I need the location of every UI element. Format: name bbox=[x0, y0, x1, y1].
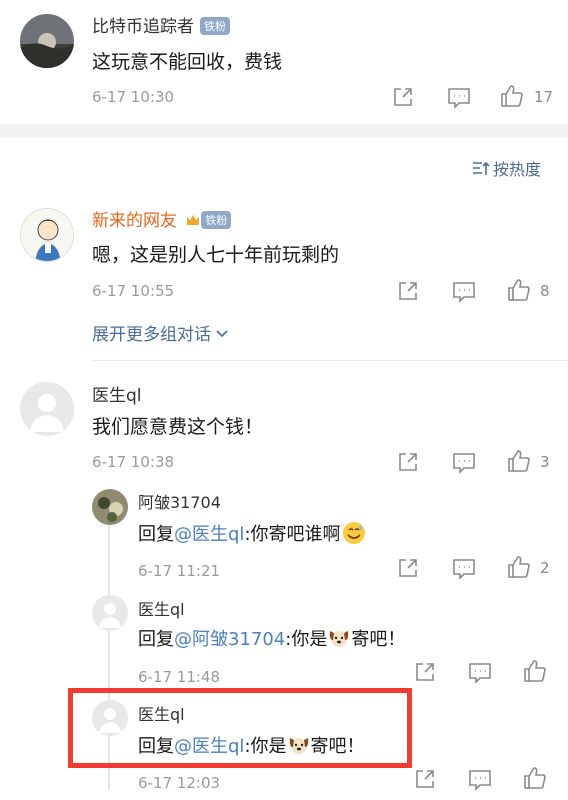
comment-icon[interactable] bbox=[447, 87, 471, 109]
comment-author[interactable]: 新来的网友 铁粉 bbox=[92, 206, 232, 231]
like-count: 2 bbox=[540, 559, 550, 577]
fan-badge: 铁粉 bbox=[201, 211, 232, 229]
share-icon[interactable] bbox=[397, 451, 419, 473]
like-icon[interactable] bbox=[507, 449, 531, 473]
comment-time: 6-17 10:30 bbox=[92, 88, 175, 106]
comment-text: 这玩意不能回收，费钱 bbox=[92, 51, 283, 73]
reply-text: 回复@医生ql:你寄吧谁啊 bbox=[138, 520, 365, 546]
like-icon[interactable] bbox=[507, 278, 531, 302]
comment-author[interactable]: 比特币追踪者 铁粉 bbox=[92, 12, 230, 37]
reply-time: 6-17 11:21 bbox=[138, 562, 221, 580]
reply-author[interactable]: 医生ql bbox=[138, 596, 185, 620]
avatar[interactable] bbox=[92, 595, 128, 631]
like-icon[interactable] bbox=[507, 555, 531, 579]
comment-icon[interactable] bbox=[468, 662, 492, 684]
like-count: 3 bbox=[540, 453, 550, 471]
reply-time: 6-17 12:03 bbox=[138, 774, 221, 792]
avatar[interactable] bbox=[20, 208, 74, 262]
avatar[interactable] bbox=[92, 489, 128, 525]
sort-by-heat-button[interactable]: 按热度 bbox=[472, 156, 541, 181]
share-icon[interactable] bbox=[414, 661, 436, 683]
divider bbox=[92, 360, 568, 361]
like-icon[interactable] bbox=[523, 766, 547, 790]
reply-time: 6-17 11:48 bbox=[138, 668, 221, 686]
like-count: 17 bbox=[534, 88, 554, 106]
highlight-box bbox=[68, 688, 412, 768]
comment-icon[interactable] bbox=[468, 769, 492, 791]
reply-text: 回复@阿皱31704:你是 寄吧！ bbox=[138, 628, 406, 650]
comment-icon[interactable] bbox=[452, 281, 476, 303]
share-icon[interactable] bbox=[397, 557, 419, 579]
share-icon[interactable] bbox=[397, 280, 419, 302]
comment-icon[interactable] bbox=[452, 452, 476, 474]
expand-more-link[interactable]: 展开更多组对话 bbox=[92, 320, 228, 345]
sort-icon bbox=[472, 161, 490, 181]
comment-time: 6-17 10:55 bbox=[92, 282, 175, 300]
avatar[interactable] bbox=[20, 14, 74, 68]
share-icon[interactable] bbox=[414, 768, 436, 790]
comment-time: 6-17 10:38 bbox=[92, 453, 175, 471]
comment-icon[interactable] bbox=[452, 558, 476, 580]
chevron-down-icon bbox=[216, 323, 228, 343]
crown-icon bbox=[186, 211, 200, 225]
comment-text: 我们愿意费这个钱！ bbox=[92, 416, 264, 438]
mention-link[interactable]: @阿皱31704 bbox=[174, 629, 285, 650]
dog-emoji-icon bbox=[328, 628, 350, 648]
comment-text: 嗯，这是别人七十年前玩剩的 bbox=[92, 244, 340, 266]
section-divider bbox=[0, 124, 568, 138]
sweat-smile-emoji-icon bbox=[342, 522, 365, 544]
comment-author[interactable]: 医生ql bbox=[92, 381, 142, 406]
like-icon[interactable] bbox=[523, 659, 547, 683]
reply-author[interactable]: 阿皱31704 bbox=[138, 489, 221, 513]
comment-page: 比特币追踪者 铁粉 这玩意不能回收，费钱 6-17 10:30 17 按热度 新来… bbox=[0, 0, 568, 800]
fan-badge: 铁粉 bbox=[200, 17, 230, 35]
share-icon[interactable] bbox=[392, 86, 414, 108]
like-icon[interactable] bbox=[500, 84, 524, 108]
like-count: 8 bbox=[540, 282, 550, 300]
mention-link[interactable]: @医生ql bbox=[174, 524, 244, 545]
avatar[interactable] bbox=[20, 382, 74, 436]
